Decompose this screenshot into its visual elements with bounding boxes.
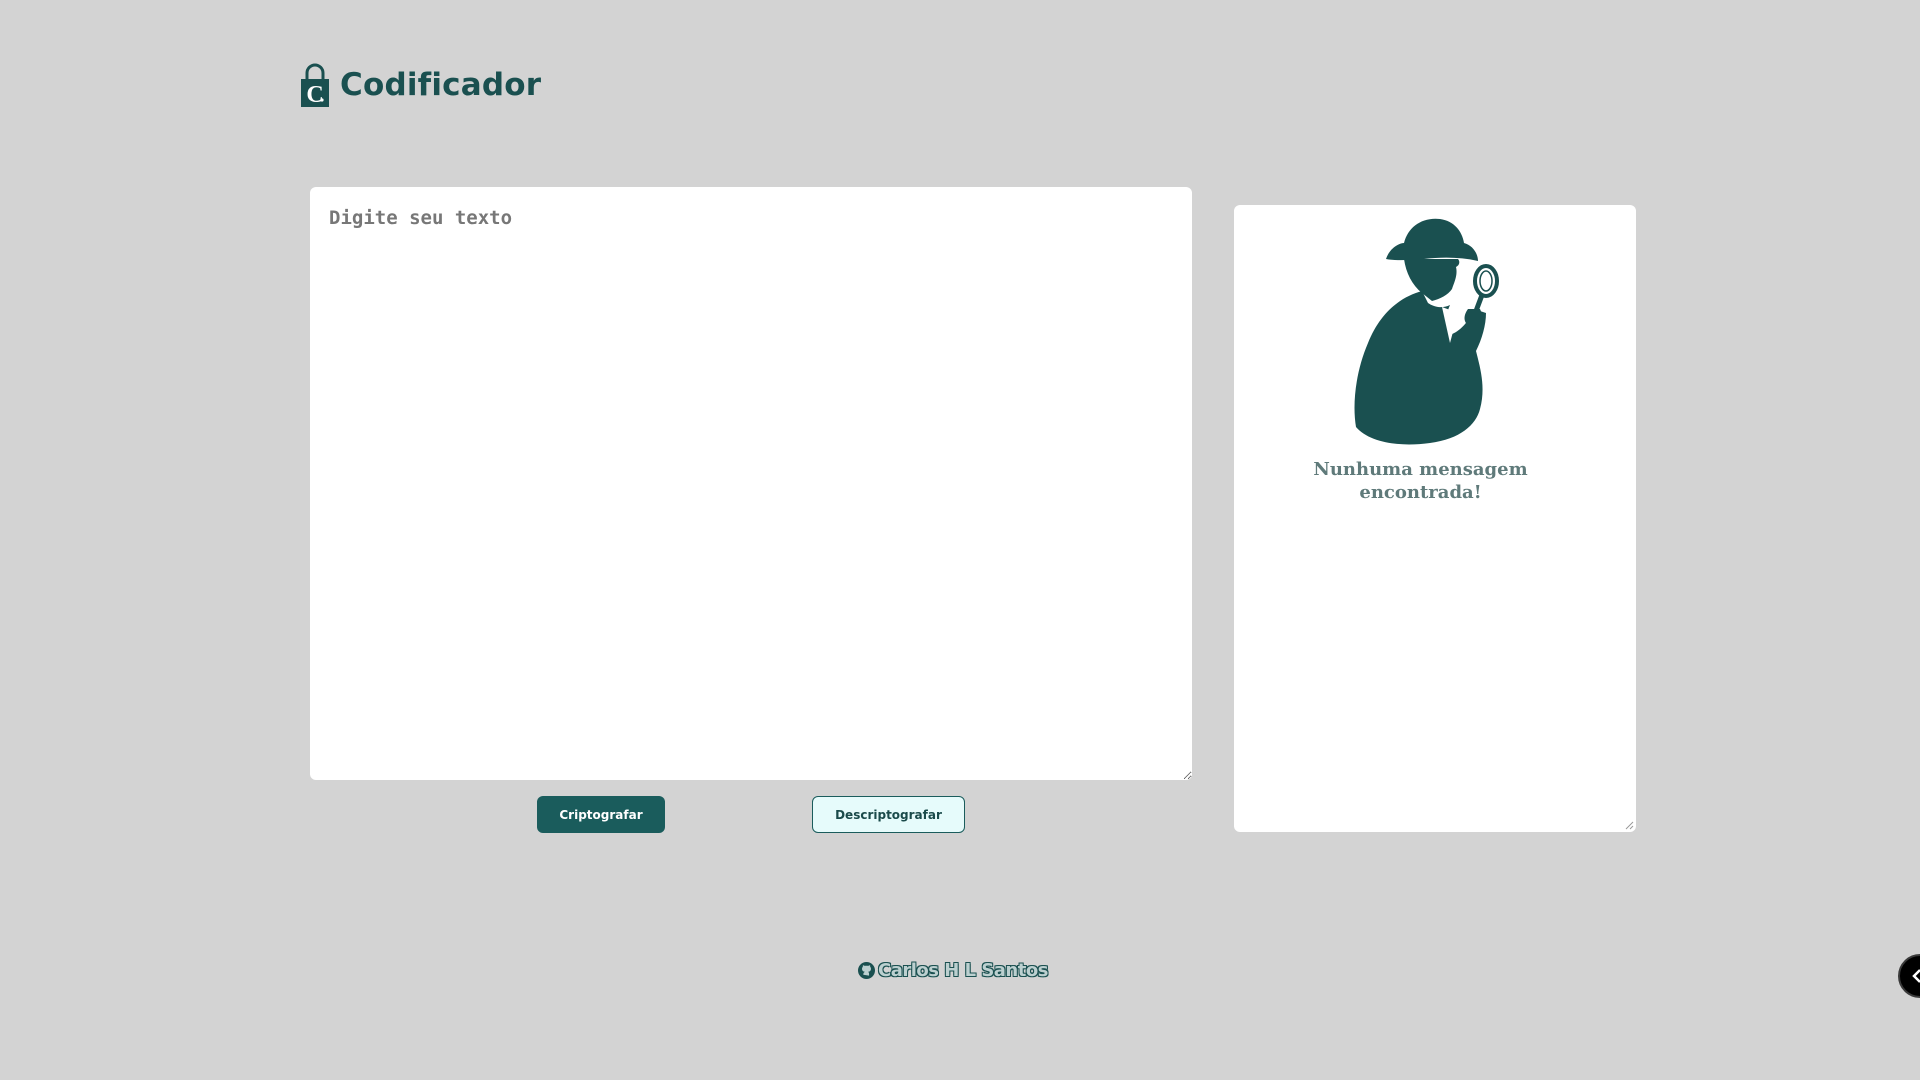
- output-panel: Nunhuma mensagem encontrada!: [1234, 205, 1636, 832]
- floating-action-button[interactable]: [1898, 954, 1920, 998]
- empty-message-line2: encontrada!: [1359, 482, 1482, 503]
- app-logo: C Codificador: [300, 62, 541, 108]
- app-title: Codificador: [340, 67, 542, 103]
- github-icon[interactable]: [858, 962, 875, 979]
- author-link[interactable]: Carlos H L Santos: [878, 960, 1048, 981]
- detective-icon: [1354, 218, 1499, 445]
- input-card: [310, 187, 1192, 780]
- svg-text:C: C: [306, 82, 323, 108]
- chevron-left-icon: [1912, 969, 1920, 983]
- lock-c-icon: C: [301, 63, 329, 108]
- empty-message-line1: Nunhuma mensagem: [1313, 459, 1528, 480]
- empty-message: Nunhuma mensagem encontrada!: [1234, 458, 1607, 504]
- text-input[interactable]: [310, 187, 1192, 780]
- decrypt-button[interactable]: Descriptografar: [812, 796, 965, 833]
- footer: Carlos H L Santos: [858, 960, 1048, 981]
- resize-grip-icon[interactable]: [1625, 821, 1634, 830]
- page: C Codificador Criptografar Descriptograf…: [0, 0, 1920, 1080]
- encrypt-button[interactable]: Criptografar: [537, 796, 665, 833]
